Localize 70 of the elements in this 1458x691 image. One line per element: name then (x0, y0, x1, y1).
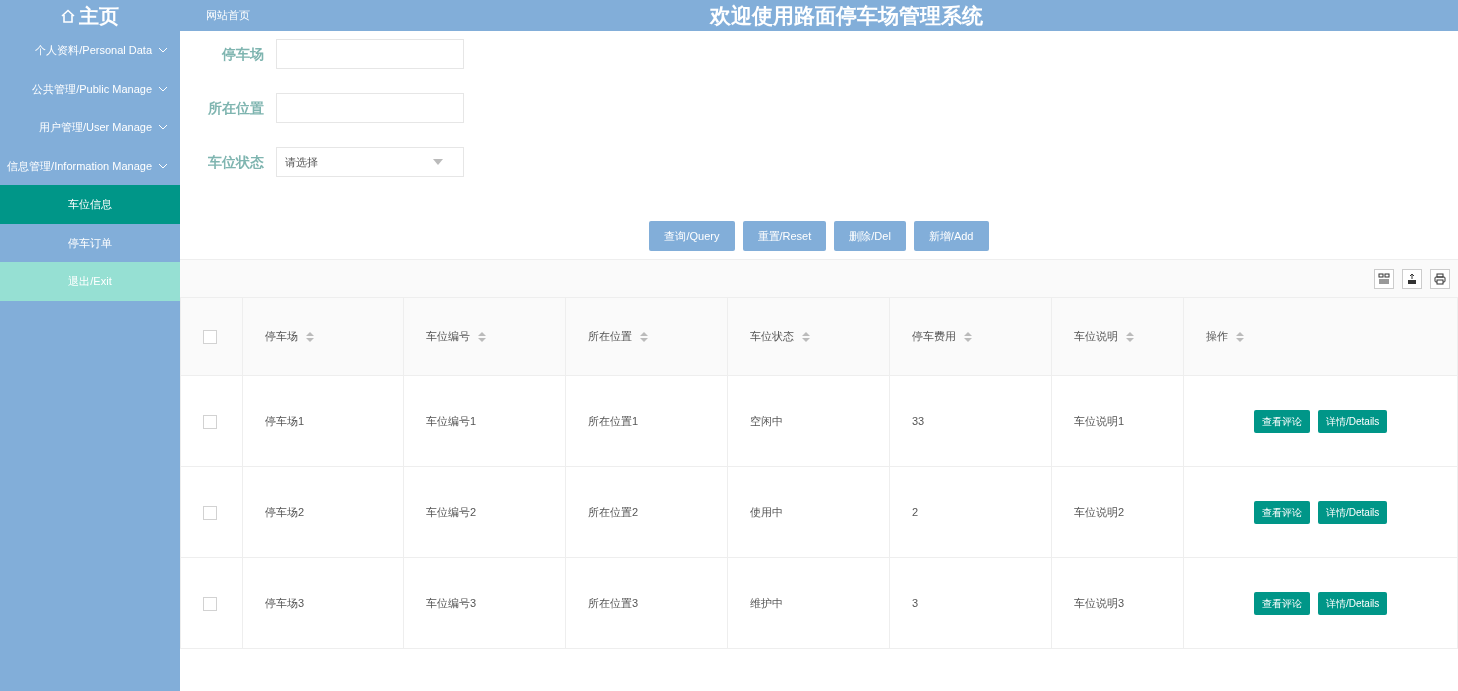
sort-icon[interactable] (1236, 332, 1244, 343)
sidebar-item[interactable]: 个人资料/Personal Data (0, 31, 180, 70)
table-cell: 33 (912, 414, 925, 427)
sidebar-item[interactable]: 信息管理/Information Manage (0, 146, 180, 185)
column-header[interactable]: 停车费用 (912, 330, 956, 343)
brand-title: 主页 (79, 6, 119, 25)
chevron-down-icon (158, 162, 168, 169)
table-cell: 车位编号1 (426, 414, 477, 427)
column-header[interactable]: 操作 (1206, 330, 1228, 343)
sidebar-item[interactable]: 公共管理/Public Manage (0, 69, 180, 108)
table-cell: 车位编号2 (426, 505, 477, 518)
sort-icon[interactable] (478, 332, 486, 343)
action-button[interactable]: 新增/Add (913, 221, 989, 251)
select-field[interactable]: 请选择 (276, 147, 464, 177)
row-action-button[interactable]: 详情/Details (1318, 409, 1388, 433)
action-button[interactable]: 重置/Reset (742, 221, 827, 251)
input-field[interactable] (276, 93, 464, 123)
table-cell: 车位说明3 (1074, 596, 1125, 609)
table-cell: 车位说明1 (1074, 414, 1125, 427)
chevron-down-icon (158, 85, 168, 92)
table-cell: 所在位置1 (588, 414, 639, 427)
print-icon[interactable] (1430, 268, 1450, 289)
field-label: 所在位置 (207, 98, 265, 118)
table-cell: 车位说明2 (1074, 505, 1125, 518)
home-link[interactable]: 网站首页 (180, 7, 380, 24)
row-checkbox[interactable] (203, 414, 217, 429)
sidebar-item[interactable]: 用户管理/User Manage (0, 108, 180, 147)
row-checkbox[interactable] (203, 505, 217, 520)
sort-icon[interactable] (306, 332, 314, 343)
table-cell: 所在位置2 (588, 505, 639, 518)
field-label: 停车场 (221, 44, 265, 64)
table-cell: 空闲中 (750, 414, 783, 427)
table-cell: 3 (912, 596, 919, 609)
columns-icon[interactable] (1374, 268, 1394, 289)
row-checkbox[interactable] (203, 596, 217, 611)
sort-icon[interactable] (964, 332, 972, 343)
column-header[interactable]: 车位说明 (1074, 330, 1118, 343)
row-action-button[interactable]: 查看评论 (1254, 591, 1310, 615)
sort-icon[interactable] (1126, 332, 1134, 343)
row-action-button[interactable]: 查看评论 (1254, 409, 1310, 433)
table-cell: 2 (912, 505, 919, 518)
sort-icon[interactable] (640, 332, 648, 343)
dropdown-caret-icon (433, 159, 443, 165)
column-header[interactable]: 所在位置 (588, 330, 632, 343)
row-action-button[interactable]: 查看评论 (1254, 500, 1310, 524)
chevron-down-icon (158, 47, 168, 54)
table-cell: 所在位置3 (588, 596, 639, 609)
sidebar-item[interactable]: 停车订单 (0, 223, 180, 262)
column-header[interactable]: 车位状态 (750, 330, 794, 343)
field-label: 车位状态 (207, 152, 265, 172)
row-action-button[interactable]: 详情/Details (1318, 500, 1388, 524)
table-cell: 维护中 (750, 596, 783, 609)
table-cell: 使用中 (750, 505, 783, 518)
action-button[interactable]: 查询/Query (649, 221, 735, 251)
home-icon (61, 8, 75, 23)
sort-icon[interactable] (802, 332, 810, 343)
table-cell: 停车场3 (265, 596, 305, 609)
column-header[interactable]: 车位编号 (426, 330, 470, 343)
column-header[interactable]: 停车场 (265, 330, 298, 343)
input-field[interactable] (276, 39, 464, 69)
select-all-checkbox[interactable] (203, 330, 217, 345)
system-title: 欢迎使用路面停车场管理系统 (710, 6, 983, 25)
action-button[interactable]: 删除/Del (834, 221, 906, 251)
table-cell: 停车场2 (265, 505, 305, 518)
export-icon[interactable] (1402, 268, 1422, 289)
row-action-button[interactable]: 详情/Details (1318, 591, 1388, 615)
chevron-down-icon (158, 124, 168, 131)
sidebar-item[interactable]: 车位信息 (0, 185, 180, 224)
table-cell: 停车场1 (265, 414, 305, 427)
table-cell: 车位编号3 (426, 596, 477, 609)
